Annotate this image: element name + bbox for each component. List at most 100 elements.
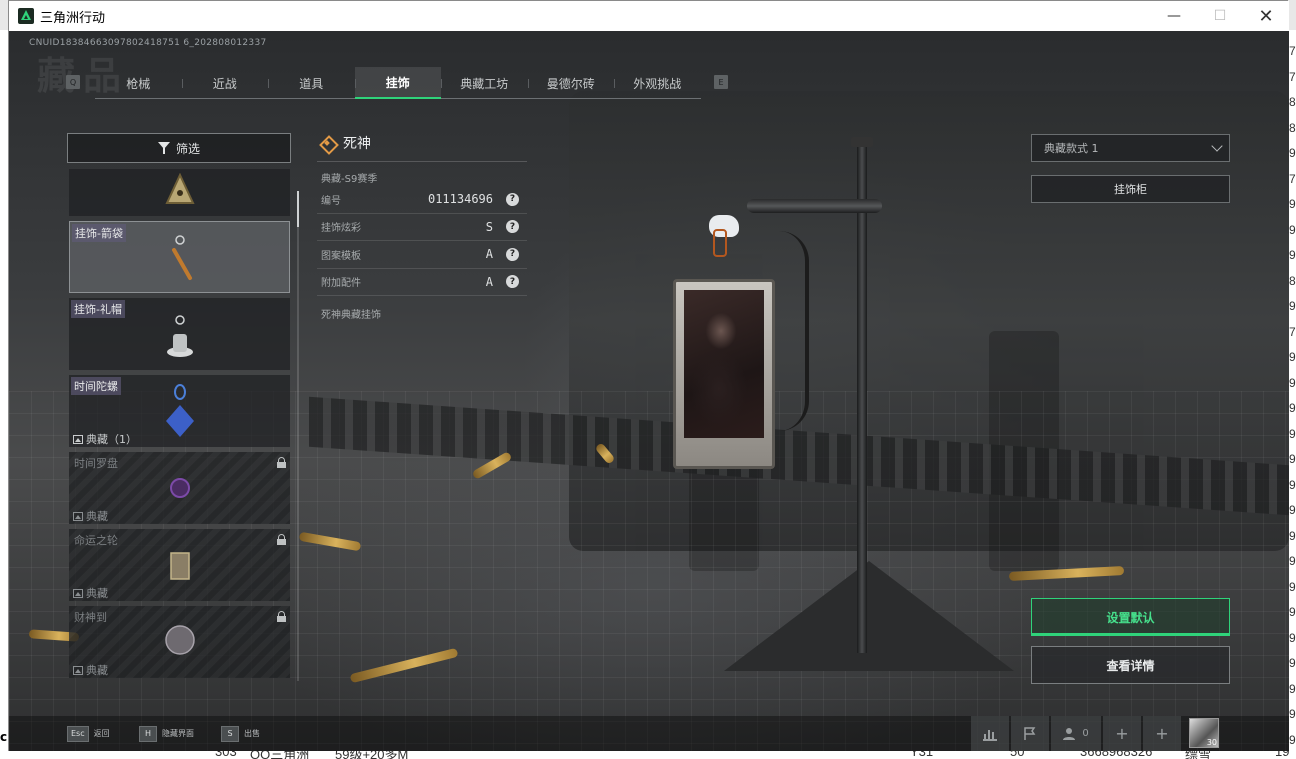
sheet-cell: 9 xyxy=(1289,579,1296,594)
filter-button[interactable]: 筛选 xyxy=(67,133,291,163)
item-rarity: 典藏 xyxy=(73,508,108,524)
wheel-of-fate-charm-icon xyxy=(169,552,190,580)
background-sheet-right: 7 7 8 8 9 7 9 9 9 8 9 7 9 9 9 9 9 9 9 9 9 9 9 9 9 9 9 9 xyxy=(1288,30,1296,759)
sheet-cell: 9 xyxy=(1289,630,1296,645)
tab-appearance-challenge[interactable]: 外观挑战 xyxy=(614,67,701,99)
sheet-cell: 7 xyxy=(1289,69,1296,84)
list-item[interactable]: 财神到 典藏 xyxy=(69,606,290,678)
list-item[interactable]: 命运之轮 典藏 xyxy=(69,529,290,601)
hide-ui-hint[interactable]: H 隐藏界面 xyxy=(139,724,194,743)
item-label: 时间陀螺 xyxy=(71,377,121,395)
list-item[interactable]: 时间罗盘 典藏 xyxy=(69,452,290,524)
item-label: 时间罗盘 xyxy=(74,457,118,470)
minimize-button[interactable]: — xyxy=(1151,1,1197,31)
style-dropdown[interactable]: 典藏款式 1 xyxy=(1031,134,1230,162)
esc-key: Esc xyxy=(67,725,89,742)
footer-bar: Esc 返回 H 隐藏界面 S 出售 0 + + 30 xyxy=(9,716,1289,751)
time-top-charm-icon xyxy=(165,384,194,437)
sheet-cell: 7 xyxy=(1289,44,1296,58)
charm-scythe xyxy=(779,231,809,431)
sheet-cell: 9 xyxy=(1289,197,1296,211)
chevron-down-icon xyxy=(1211,140,1223,152)
sheet-left-glyph: c xyxy=(0,730,8,744)
charm-ring xyxy=(713,229,727,257)
set-default-button[interactable]: 设置默认 xyxy=(1031,598,1230,636)
item-rarity: 典藏（1） xyxy=(73,431,137,447)
lock-icon xyxy=(277,534,286,545)
item-label: 挂饰-礼帽 xyxy=(71,300,125,318)
add-slot-button[interactable]: + xyxy=(1143,716,1181,751)
item-label: 命运之轮 xyxy=(74,534,118,547)
list-item[interactable]: 时间陀螺 典藏（1） xyxy=(69,375,290,447)
sheet-cell: 9 xyxy=(1289,426,1296,441)
sheet-cell: 9 xyxy=(1289,656,1296,670)
lock-icon xyxy=(277,457,286,468)
detail-panel: 死神 典藏-S9赛季 编号 011134696 ? 挂饰炫彩 S ? 图案模板 A ?… xyxy=(317,131,527,331)
help-icon[interactable]: ? xyxy=(506,247,519,261)
item-description: 死神典藏挂饰 xyxy=(321,310,381,321)
detail-row-serial: 编号 011134696 ? xyxy=(317,186,527,214)
avatar-level: 30 xyxy=(1206,738,1217,747)
window-title: 三角洲行动 xyxy=(40,10,106,26)
sheet-cell: 8 xyxy=(1289,120,1296,135)
stats-button[interactable] xyxy=(971,716,1009,751)
add-slot-button[interactable]: + xyxy=(1103,716,1141,751)
sell-hint[interactable]: S 出售 xyxy=(221,724,260,743)
time-compass-charm-icon xyxy=(169,478,190,498)
scene-stand-top xyxy=(851,137,873,147)
detail-title: 死神 xyxy=(317,131,527,155)
charm-reaper-figure xyxy=(649,299,799,479)
close-button[interactable]: ✕ xyxy=(1243,1,1289,31)
sheet-cell: 9 xyxy=(1289,452,1296,466)
sheet-cell: 9 xyxy=(1289,605,1296,619)
back-hint[interactable]: Esc 返回 xyxy=(67,724,110,743)
tab-items[interactable]: 道具 xyxy=(268,67,355,99)
collection-icon xyxy=(73,511,83,521)
tab-charms[interactable]: 挂饰 xyxy=(354,67,441,99)
view-details-button[interactable]: 查看详情 xyxy=(1031,646,1230,684)
tab-guns[interactable]: 枪械 xyxy=(95,67,182,99)
social-dock: 0 + + 30 xyxy=(971,716,1289,751)
list-item[interactable]: 挂饰-箭袋 xyxy=(69,221,290,293)
app-window: 三角洲行动 — ☐ ✕ 藏品 CNUID18384663097802418751… xyxy=(8,0,1289,751)
season-label: 典藏-S9赛季 xyxy=(321,174,378,185)
item-label: 挂饰-箭袋 xyxy=(72,224,126,242)
tab-mandel-brick[interactable]: 曼德尔砖 xyxy=(527,67,615,99)
filter-label: 筛选 xyxy=(175,141,200,156)
tab-melee[interactable]: 近战 xyxy=(181,67,269,99)
list-scroll-thumb[interactable] xyxy=(297,191,299,227)
game-viewport: 藏品 CNUID18384663097802418751 6_202808012… xyxy=(9,31,1289,751)
title-bar: 三角洲行动 — ☐ ✕ xyxy=(9,1,1289,31)
list-scrollbar[interactable] xyxy=(297,191,299,681)
filter-icon xyxy=(157,142,170,154)
help-icon[interactable]: ? xyxy=(506,192,519,206)
sheet-cell: 8 xyxy=(1289,273,1296,288)
top-hat-charm-icon xyxy=(166,315,193,357)
charm-cabinet-button[interactable]: 挂饰柜 xyxy=(1031,175,1230,203)
background-sheet-left: c xyxy=(0,30,8,748)
team-count: 0 xyxy=(1082,728,1089,739)
team-button[interactable]: 0 xyxy=(1051,716,1101,751)
help-icon[interactable]: ? xyxy=(506,275,519,289)
maximize-button[interactable]: ☐ xyxy=(1197,1,1243,31)
sheet-cell: 9 xyxy=(1289,681,1296,696)
avatar[interactable]: 30 xyxy=(1189,718,1219,748)
detail-row-pattern: 图案模板 A ? xyxy=(317,241,527,269)
tab-collection-workshop[interactable]: 典藏工坊 xyxy=(441,67,528,99)
god-of-wealth-charm-icon xyxy=(164,625,195,655)
collection-icon xyxy=(73,434,83,444)
tab-prev-key[interactable]: Q xyxy=(66,75,80,89)
list-item[interactable] xyxy=(69,169,290,216)
sheet-cell: 9 xyxy=(1289,146,1296,160)
flag-button[interactable] xyxy=(1011,716,1049,751)
quiver-charm-icon xyxy=(171,235,192,280)
item-name: 死神 xyxy=(343,136,371,152)
tab-next-key[interactable]: E xyxy=(714,75,728,89)
category-tabs: 枪械 近战 道具 挂饰 典藏工坊 曼德尔砖 外观挑战 xyxy=(95,67,701,99)
list-item[interactable]: 挂饰-礼帽 xyxy=(69,298,290,370)
sheet-cell: 9 xyxy=(1289,375,1296,390)
pyramid-charm-icon xyxy=(164,173,195,204)
s-key: S xyxy=(221,725,239,742)
help-icon[interactable]: ? xyxy=(506,220,519,234)
scene-stand-pole xyxy=(857,143,867,653)
